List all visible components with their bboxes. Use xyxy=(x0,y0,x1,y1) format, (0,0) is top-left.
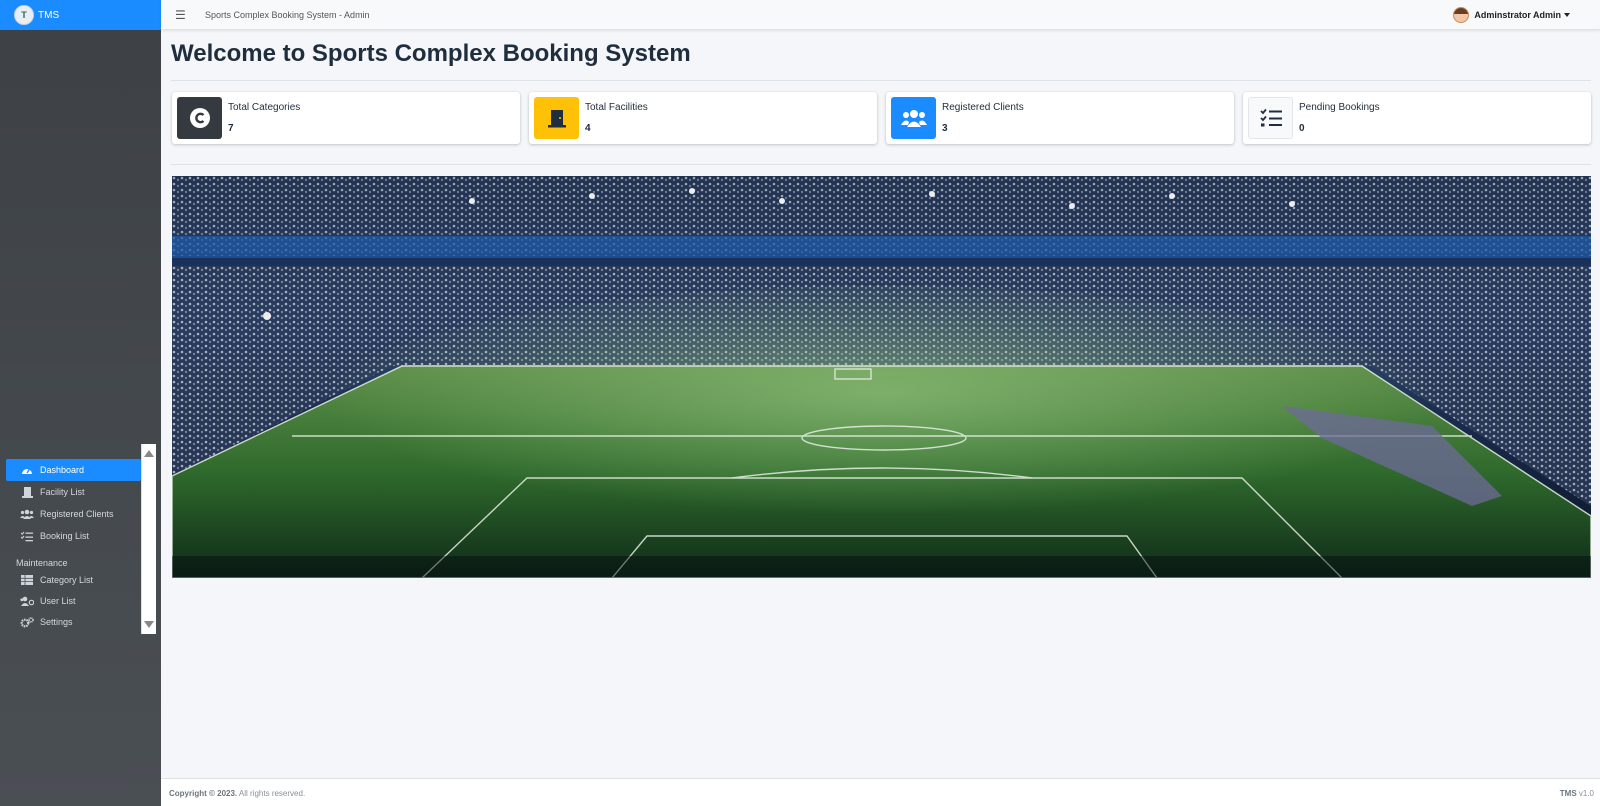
sidebar-item-dashboard[interactable]: Dashboard xyxy=(6,459,141,481)
sidebar-item-category-list[interactable]: Category List xyxy=(6,569,141,591)
hamburger-menu-icon[interactable]: ☰ xyxy=(175,8,186,22)
users-icon xyxy=(891,97,936,139)
brand-link[interactable]: T TMS xyxy=(0,0,161,30)
sidebar-item-label: User List xyxy=(40,596,76,606)
stadium-banner-image xyxy=(172,176,1591,578)
topbar-title: Sports Complex Booking System - Admin xyxy=(205,10,370,20)
topbar: ☰ Sports Complex Booking System - Admin … xyxy=(161,0,1600,30)
page-title: Welcome to Sports Complex Booking System xyxy=(171,40,691,67)
sidebar-nav: Dashboard Facility List Registered Clien… xyxy=(6,444,156,634)
stat-label: Registered Clients xyxy=(942,102,1024,113)
sidebar-item-label: Dashboard xyxy=(40,465,85,475)
sidebar-item-label: Facility List xyxy=(40,487,85,497)
users-icon xyxy=(20,508,34,520)
sidebar-item-label: Settings xyxy=(40,617,73,627)
sidebar-item-booking-list[interactable]: Booking List xyxy=(6,525,141,547)
footer-copyright: Copyright © 2023. All rights reserved. xyxy=(169,789,305,798)
stat-card-categories: Total Categories 7 xyxy=(172,92,520,144)
stat-label: Total Facilities xyxy=(585,102,648,113)
stat-card-pending-bookings: Pending Bookings 0 xyxy=(1243,92,1591,144)
sidebar-item-user-list[interactable]: User List xyxy=(6,590,141,612)
sidebar-item-label: Category List xyxy=(40,575,94,585)
door-closed-icon xyxy=(534,97,579,139)
stat-card-facilities: Total Facilities 4 xyxy=(529,92,877,144)
sidebar-item-settings[interactable]: Settings xyxy=(6,611,141,633)
avatar xyxy=(1453,7,1470,23)
caret-down-icon xyxy=(1564,13,1570,17)
user-menu-dropdown[interactable]: Adminstrator Admin xyxy=(1453,7,1570,23)
sidebar-scrollbar[interactable] xyxy=(141,444,156,634)
user-name: Adminstrator Admin xyxy=(1474,10,1561,20)
brand-logo: T xyxy=(14,5,34,25)
tasks-icon xyxy=(1248,97,1293,139)
sidebar-item-facility-list[interactable]: Facility List xyxy=(6,481,141,503)
scroll-down-arrow-icon[interactable] xyxy=(144,621,154,628)
stat-card-clients: Registered Clients 3 xyxy=(886,92,1234,144)
divider xyxy=(171,80,1591,81)
sidebar-item-label: Booking List xyxy=(40,531,90,541)
copyright-icon xyxy=(177,97,222,139)
sidebar-item-registered-clients[interactable]: Registered Clients xyxy=(6,503,141,525)
list-check-icon xyxy=(20,530,34,542)
door-icon xyxy=(20,486,34,498)
cogs-icon xyxy=(20,616,34,628)
copyright-bold: Copyright © 2023. xyxy=(169,789,238,798)
sidebar: T TMS Dashboard Facility List Registered… xyxy=(0,0,161,806)
stat-value: 3 xyxy=(942,123,948,134)
stat-value: 0 xyxy=(1299,123,1305,134)
maintenance-header: Maintenance xyxy=(16,558,68,568)
stat-value: 4 xyxy=(585,123,591,134)
users-cog-icon xyxy=(20,595,34,607)
dashboard-icon xyxy=(20,464,34,476)
divider xyxy=(171,164,1591,165)
sidebar-item-label: Registered Clients xyxy=(40,509,114,519)
table-icon xyxy=(20,574,34,586)
footer-app-name: TMS xyxy=(1559,789,1577,798)
footer: Copyright © 2023. All rights reserved. T… xyxy=(161,778,1600,806)
scroll-up-arrow-icon[interactable] xyxy=(144,450,154,457)
stat-label: Pending Bookings xyxy=(1299,102,1380,113)
footer-version-number: v1.0 xyxy=(1576,789,1594,798)
stat-label: Total Categories xyxy=(228,102,301,113)
brand-name: TMS xyxy=(38,9,60,21)
copyright-rest: All rights reserved. xyxy=(237,789,306,798)
footer-version: TMS v1.0 xyxy=(1560,789,1594,798)
stat-value: 7 xyxy=(228,123,234,134)
